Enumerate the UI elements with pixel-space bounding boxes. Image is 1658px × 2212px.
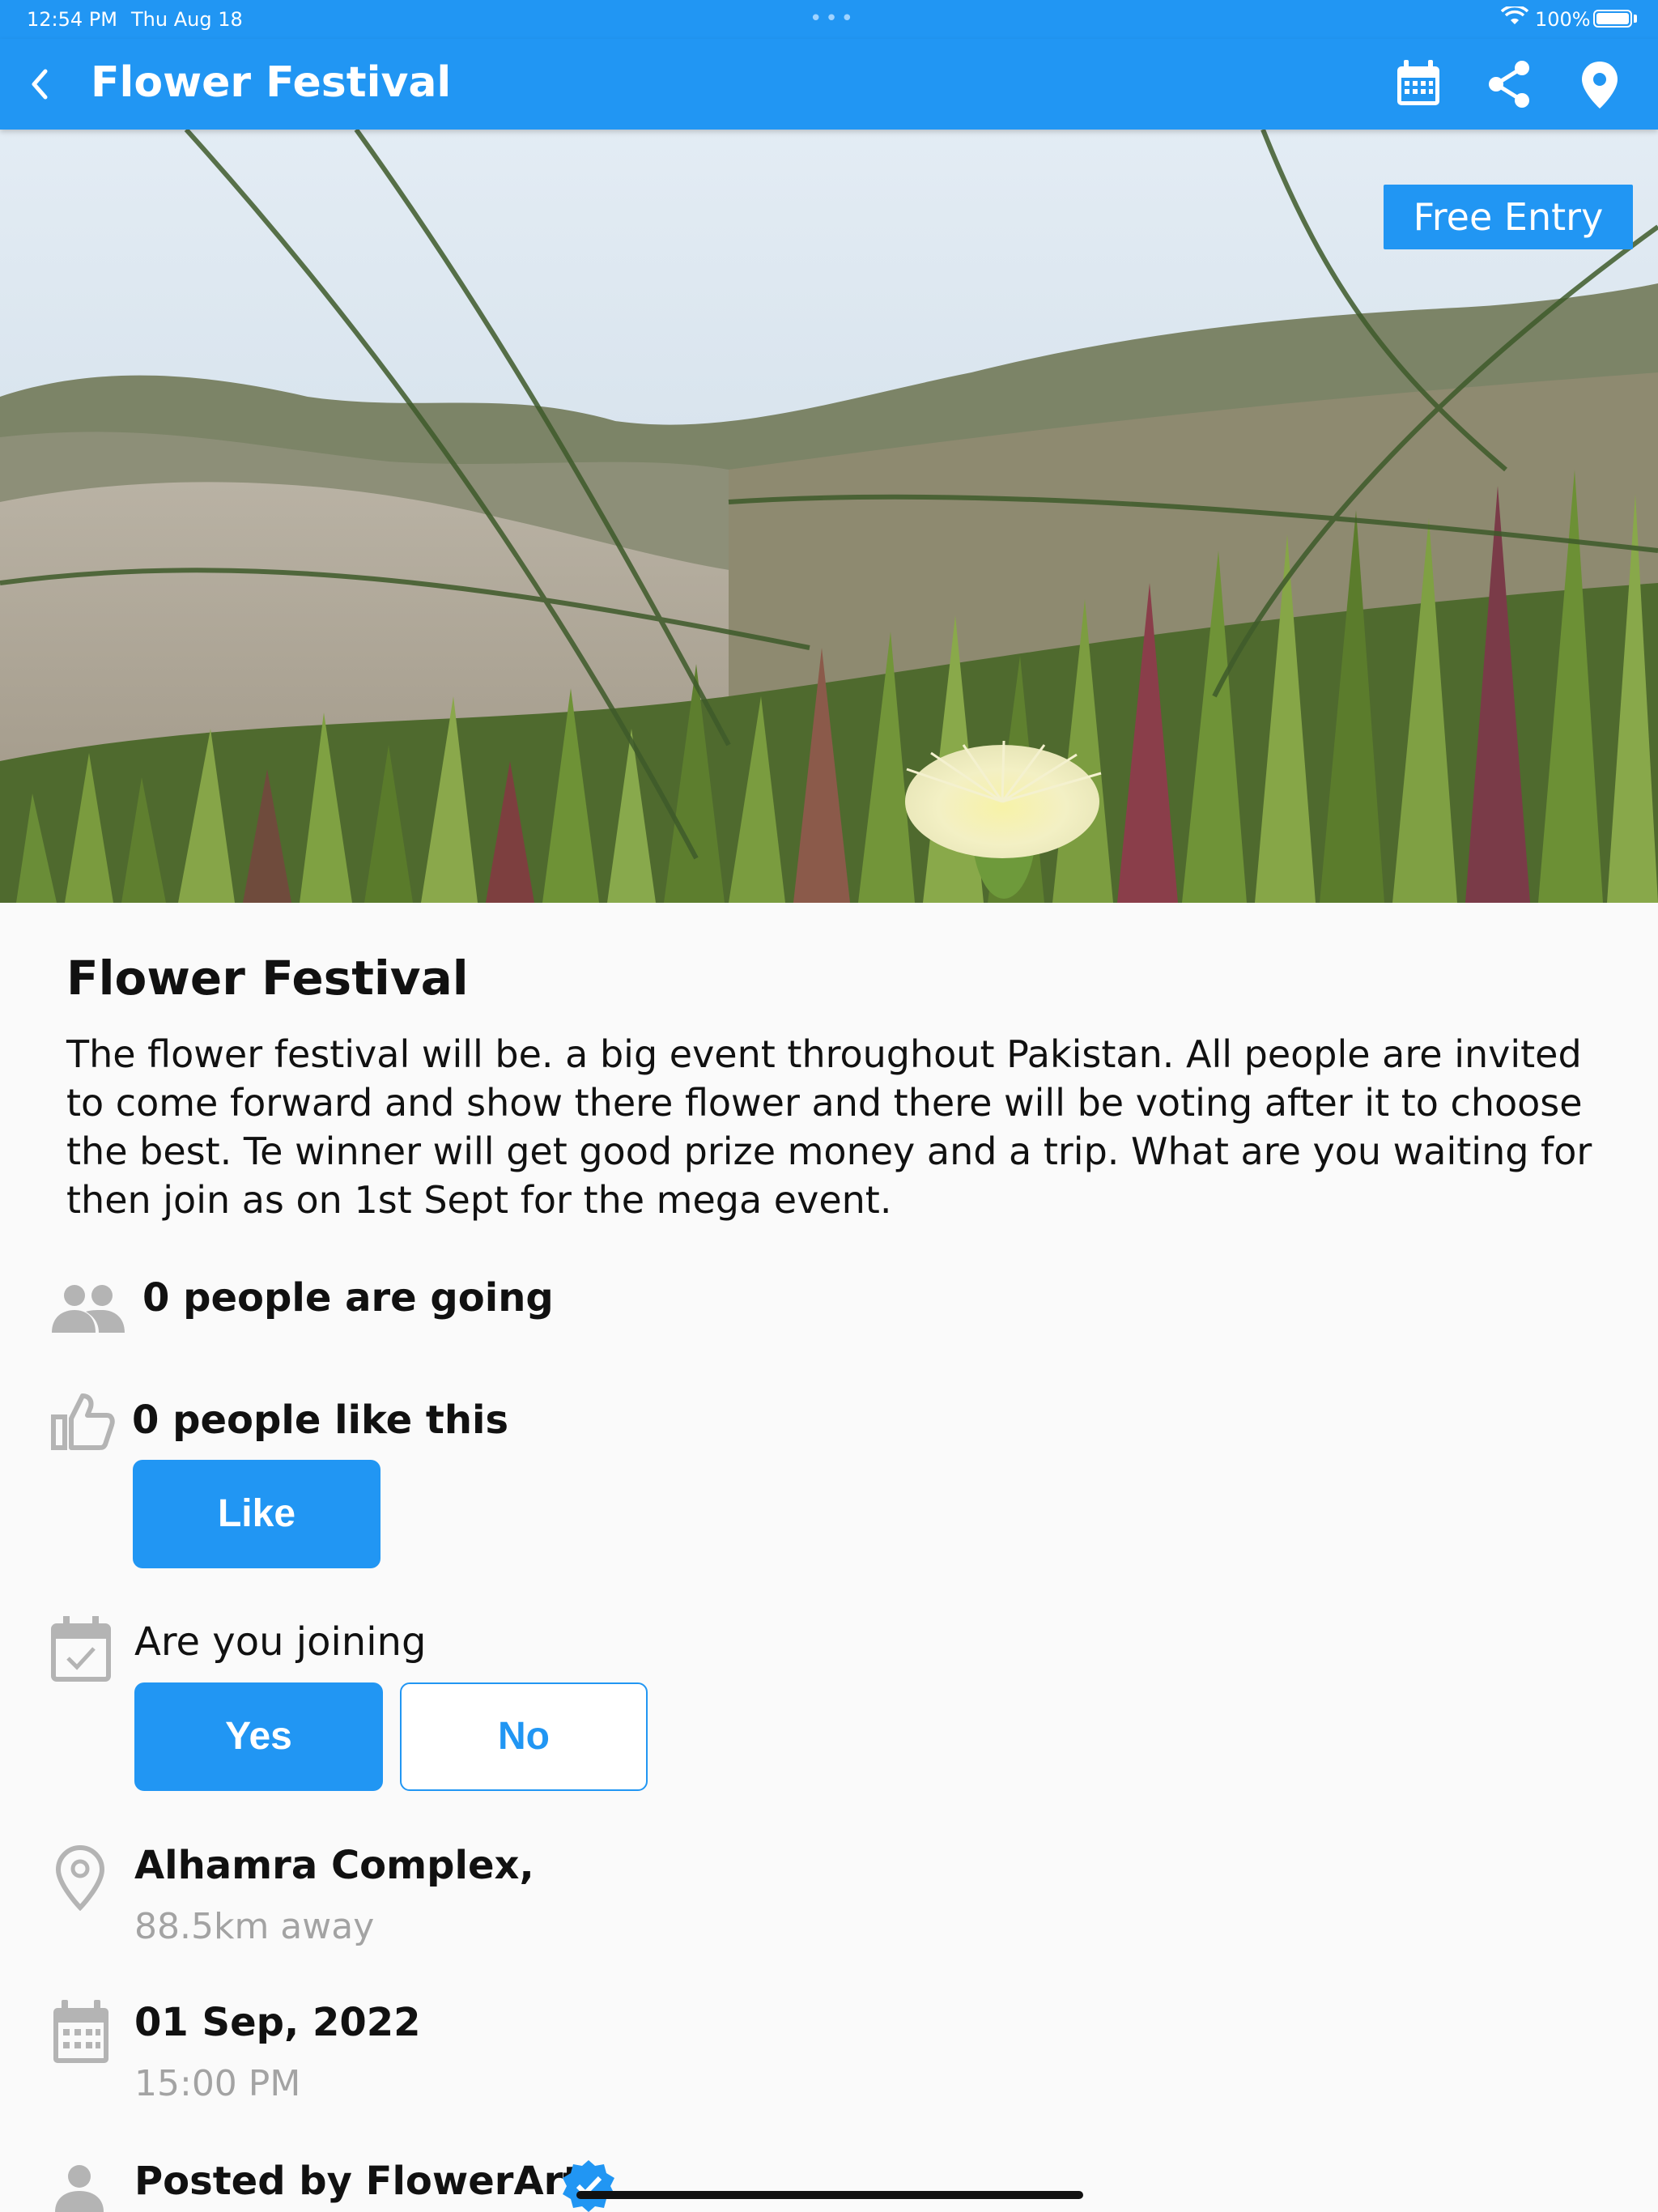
battery-tip [1634,15,1637,23]
status-date: Thu Aug 18 [131,8,243,31]
home-indicator[interactable] [576,2191,1083,2199]
thumbs-up-icon [51,1393,115,1450]
joining-question: Are you joining [134,1619,427,1665]
like-button[interactable]: Like [133,1460,380,1568]
verified-badge-icon [563,2160,614,2212]
calendar-check-icon [51,1616,111,1682]
likes-count: 0 people like this [132,1397,509,1443]
wifi-icon [1501,6,1528,24]
venue-distance: 88.5km away [134,1906,375,1947]
venue-name[interactable]: Alhamra Complex, [134,1841,534,1890]
app-bar: Flower Festival [0,39,1658,130]
event-description: The flower festival will be. a big event… [66,1032,1592,1222]
no-button[interactable]: No [400,1682,648,1791]
battery-percent: 100% [1535,8,1591,31]
location-pin-icon [55,1844,105,1911]
battery-icon [1593,10,1632,28]
person-icon [55,2165,104,2212]
event-time: 15:00 PM [134,2063,301,2104]
calendar-icon [53,2000,108,2063]
location-pin-icon[interactable] [1574,58,1626,110]
free-entry-badge: Free Entry [1384,185,1633,249]
multitasking-dots[interactable]: ••• [810,6,857,31]
event-title: Flower Festival [66,951,469,1006]
going-count: 0 people are going [142,1275,554,1321]
app-bar-title: Flower Festival [91,58,452,107]
posted-by[interactable]: Posted by FlowerArt [134,2157,581,2206]
calendar-icon[interactable] [1392,58,1444,110]
event-date: 01 Sep, 2022 [134,2000,421,2045]
chevron-left-icon[interactable] [18,62,63,107]
yes-button[interactable]: Yes [134,1682,383,1791]
status-time: 12:54 PM [27,8,117,31]
people-icon [52,1285,125,1333]
status-bar: 12:54 PM Thu Aug 18 ••• 100% [0,0,1658,39]
share-icon[interactable] [1483,58,1535,110]
